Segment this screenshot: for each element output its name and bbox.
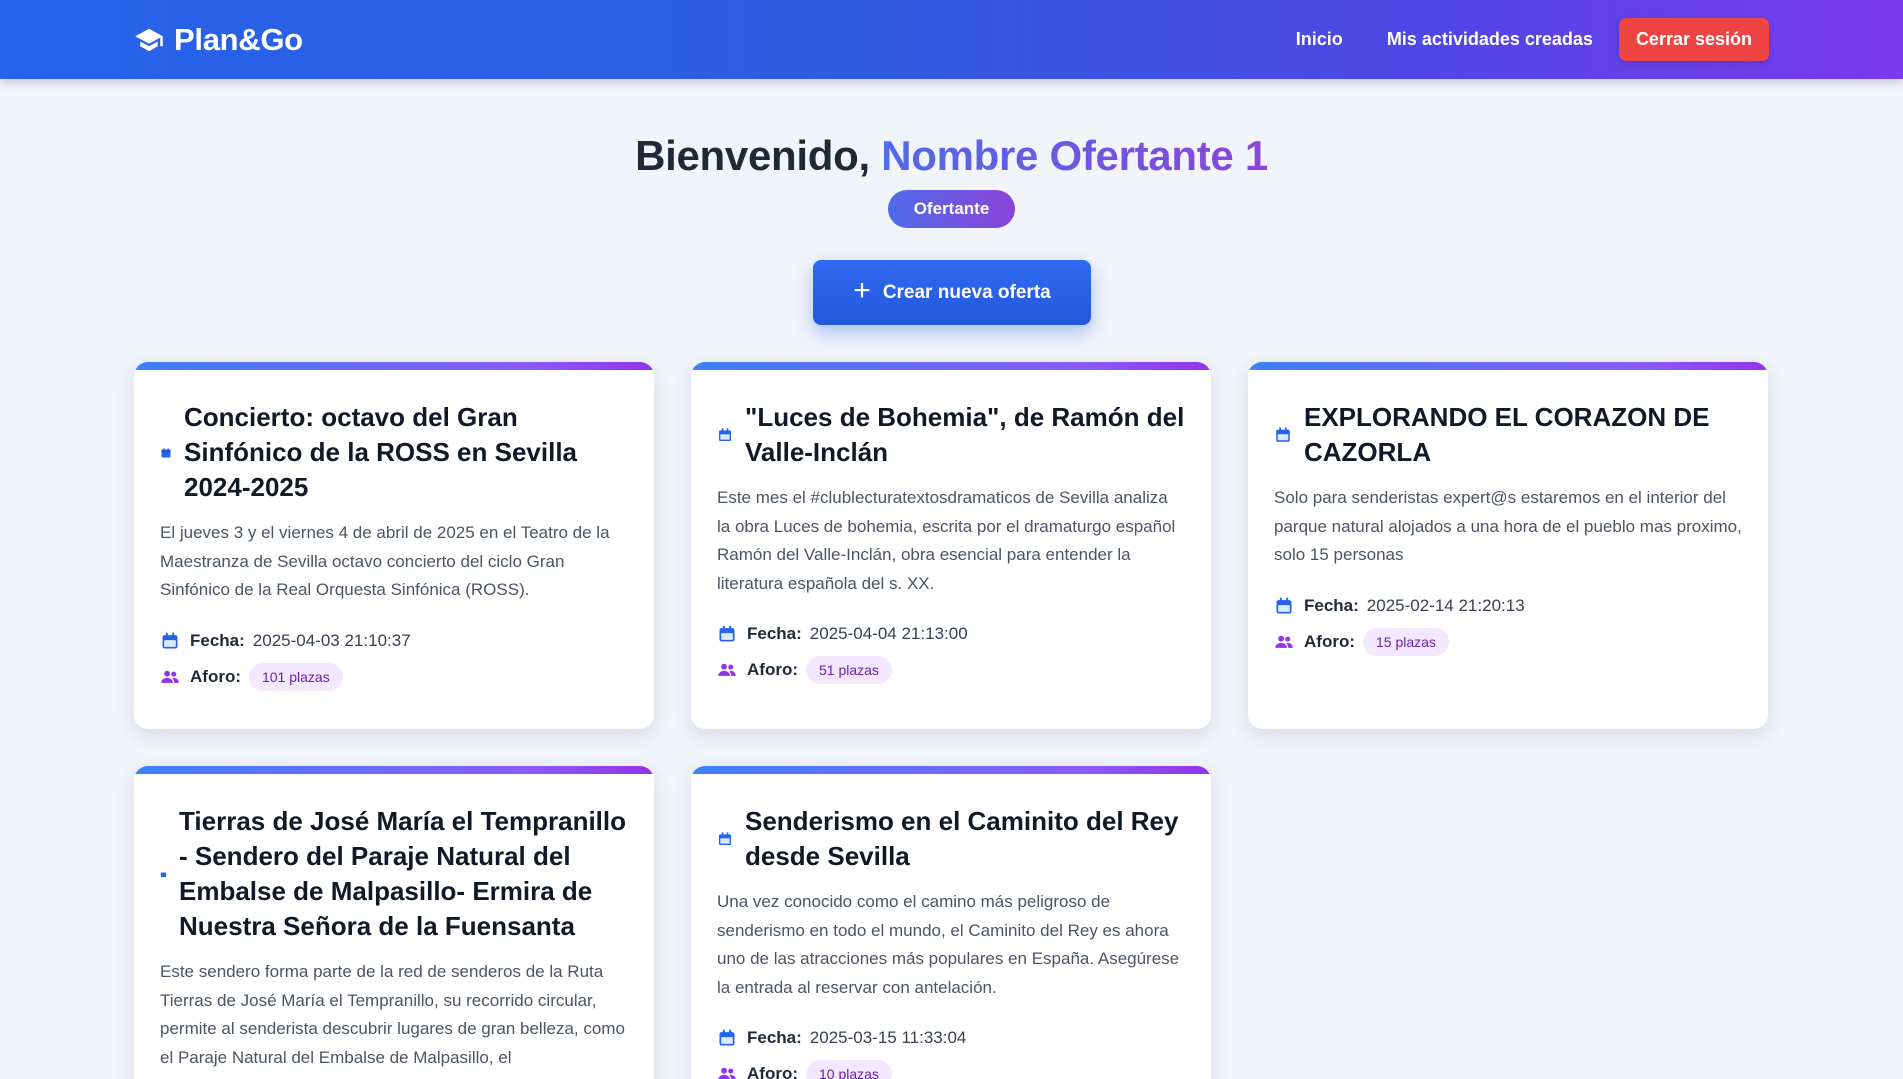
brand-name: Plan&Go [174,21,303,57]
calendar-icon [717,624,737,644]
card-title: "Luces de Bohemia", de Ramón del Valle-I… [717,400,1185,470]
card-title: Tierras de José María el Tempranillo - S… [160,804,628,944]
card-title-text: "Luces de Bohemia", de Ramón del Valle-I… [745,402,1185,467]
nav-link-mis-actividades[interactable]: Mis actividades creadas [1365,19,1615,60]
navbar: Plan&Go Inicio Mis actividades creadas C… [0,0,1903,79]
aforo-row: Aforo: 101 plazas [160,659,628,695]
aforo-badge: 101 plazas [248,662,343,691]
nav-links: Inicio Mis actividades creadas Cerrar se… [1274,18,1769,61]
calendar-icon [160,871,167,878]
activity-card[interactable]: EXPLORANDO EL CORAZON DE CAZORLA Solo pa… [1248,362,1768,729]
card-title-text: Senderismo en el Caminito del Rey desde … [745,806,1179,871]
card-meta: Fecha: 2025-02-14 21:20:13 Aforo: 15 pla… [1274,588,1742,660]
fecha-value: 2025-02-14 21:20:13 [1366,595,1525,615]
card-description: Solo para senderistas expert@s estaremos… [1274,488,1742,564]
card-title: Senderismo en el Caminito del Rey desde … [717,804,1185,874]
welcome-prefix: Bienvenido, [635,132,882,179]
card-title: EXPLORANDO EL CORAZON DE CAZORLA [1274,400,1742,470]
nav-link-inicio[interactable]: Inicio [1274,19,1365,60]
card-description: Este sendero forma parte de la red de se… [160,962,625,1067]
card-title: Concierto: octavo del Gran Sinfónico de … [160,400,628,505]
create-offer-label: Crear nueva oferta [882,281,1051,303]
activity-card[interactable]: Senderismo en el Caminito del Rey desde … [691,766,1211,1079]
activity-card[interactable]: Concierto: octavo del Gran Sinfónico de … [134,362,654,729]
aforo-row: Aforo: 15 plazas [1274,624,1742,660]
card-meta: Fecha: 2025-03-15 11:33:04 Aforo: 10 pla… [717,1020,1185,1079]
calendar-icon [160,447,172,459]
fecha-row: Fecha: 2025-03-15 11:33:04 [717,1020,1185,1056]
activity-card[interactable]: Tierras de José María el Tempranillo - S… [134,766,654,1079]
fecha-label: Fecha: [190,630,245,650]
calendar-icon [1274,426,1292,444]
hero: Bienvenido, Nombre Ofertante 1 Ofertante [0,128,1903,228]
card-meta: Fecha: 2025-04-04 21:13:00 Aforo: 51 pla… [717,616,1185,688]
card-description: Este mes el #clublecturatextosdramaticos… [717,488,1176,593]
calendar-icon [717,1028,737,1048]
fecha-value: 2025-04-04 21:13:00 [809,624,968,643]
fecha-label: Fecha: [1304,595,1359,615]
user-name: Nombre Ofertante 1 [881,132,1268,179]
users-icon [717,1064,737,1079]
aforo-badge: 15 plazas [1362,627,1449,656]
calendar-icon [160,631,180,651]
fecha-value: 2025-03-15 11:33:04 [809,1028,967,1047]
fecha-row: Fecha: 2025-04-03 21:10:37 [160,623,628,659]
aforo-row: Aforo: 51 plazas [717,652,1185,688]
card-title-text: Concierto: octavo del Gran Sinfónico de … [184,402,577,502]
aforo-badge: 10 plazas [805,1060,892,1079]
plus-icon: + [853,274,871,307]
users-icon [160,667,180,687]
fecha-value: 2025-04-03 21:10:37 [252,630,411,650]
aforo-label: Aforo: [747,660,798,679]
card-title-text: EXPLORANDO EL CORAZON DE CAZORLA [1304,402,1710,467]
calendar-icon [717,831,733,847]
calendar-icon [717,427,733,443]
users-icon [1274,632,1294,652]
aforo-label: Aforo: [1304,631,1355,651]
fecha-label: Fecha: [747,624,802,643]
fecha-row: Fecha: 2025-02-14 21:20:13 [1274,588,1742,624]
aforo-badge: 51 plazas [805,656,892,684]
activity-card[interactable]: "Luces de Bohemia", de Ramón del Valle-I… [691,362,1211,729]
calendar-icon [1274,596,1294,616]
aforo-label: Aforo: [190,666,241,686]
create-offer-button[interactable]: + Crear nueva oferta [813,260,1091,325]
card-description: Una vez conocido como el camino más peli… [717,892,1180,997]
logout-button[interactable]: Cerrar sesión [1618,18,1769,61]
page-title: Bienvenido, Nombre Ofertante 1 [0,128,1903,184]
aforo-label: Aforo: [747,1064,798,1079]
graduation-cap-icon [134,25,164,55]
aforo-row: Aforo: 10 plazas [717,1056,1185,1079]
fecha-row: Fecha: 2025-04-04 21:13:00 [717,616,1185,652]
card-description: El jueves 3 y el viernes 4 de abril de 2… [160,523,610,599]
role-badge: Ofertante [887,190,1016,228]
brand[interactable]: Plan&Go [134,22,303,58]
card-title-text: Tierras de José María el Tempranillo - S… [179,806,627,941]
users-icon [717,660,737,680]
fecha-label: Fecha: [747,1028,802,1047]
card-meta: Fecha: 2025-04-03 21:10:37 Aforo: 101 pl… [160,623,628,695]
